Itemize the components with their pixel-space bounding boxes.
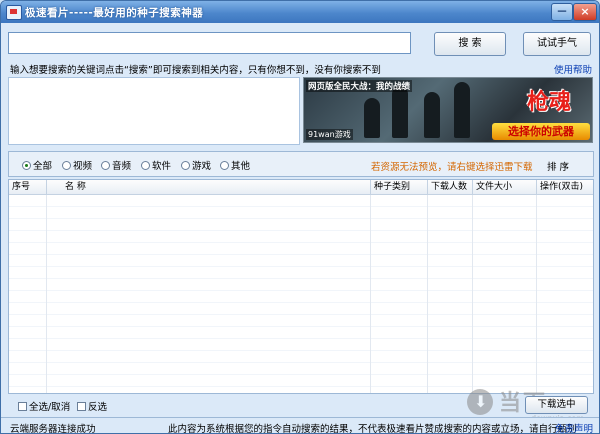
table-header: 序号 名 称 种子类别 下载人数 文件大小 操作(双击): [9, 180, 593, 195]
sort-button[interactable]: 排 序: [547, 159, 569, 173]
radio-icon: [220, 161, 229, 170]
radio-other[interactable]: 其他: [220, 158, 250, 172]
checkbox-icon: [77, 402, 86, 411]
results-table[interactable]: 序号 名 称 种子类别 下载人数 文件大小 操作(双击): [8, 179, 594, 394]
radio-software[interactable]: 软件: [141, 158, 171, 172]
banner-game-title: 枪魂: [526, 89, 571, 115]
banner-logo: 91wan游戏: [306, 129, 353, 140]
status-bar: 云端服务器连接成功 此内容为系统根据您的指令自动搜索的结果，不代表极速看片赞成搜…: [1, 417, 599, 434]
radio-icon: [62, 161, 71, 170]
title-bar[interactable]: 极速看片-----最好用的种子搜索神器 － ×: [1, 1, 599, 23]
radio-selected-icon: [22, 161, 31, 170]
banner-caption: 网页版全民大战：我的战绩: [306, 80, 413, 92]
table-body[interactable]: [9, 195, 593, 393]
app-icon: [6, 5, 22, 20]
radio-audio[interactable]: 音频: [101, 158, 131, 172]
column-size[interactable]: 文件大小: [473, 180, 537, 194]
banner-figure: [454, 82, 470, 138]
radio-icon: [181, 161, 190, 170]
banner-figure: [392, 86, 408, 138]
download-selected-button[interactable]: 下载选中: [525, 396, 588, 414]
help-link[interactable]: 使用帮助: [554, 62, 592, 76]
invert-selection-checkbox[interactable]: 反选: [77, 399, 107, 413]
lucky-button[interactable]: 试试手气: [523, 32, 591, 56]
banner-figure: [424, 92, 440, 138]
connection-status: 云端服务器连接成功: [10, 424, 96, 434]
checkbox-icon: [18, 402, 27, 411]
radio-all[interactable]: 全部: [22, 158, 52, 172]
disclaimer-text: 此内容为系统根据您的指令自动搜索的结果，不代表极速看片赞成搜索的内容或立场，请自…: [168, 424, 577, 434]
close-button[interactable]: ×: [573, 3, 597, 21]
banner-slogan: 选择你的武器: [492, 123, 590, 140]
column-divider: [427, 195, 428, 393]
radio-icon: [101, 161, 110, 170]
disclaimer-link[interactable]: 免责声明: [555, 421, 593, 433]
search-hint: 输入想要搜索的关键词点击“搜索”即可搜索到相关内容，只有你想不到，没有你搜索不到: [10, 65, 381, 76]
main-window: 极速看片-----最好用的种子搜索神器 － × 搜 索 试试手气 输入想要搜索的…: [0, 0, 600, 434]
column-downloads[interactable]: 下载人数: [428, 180, 473, 194]
column-divider: [370, 195, 371, 393]
search-button[interactable]: 搜 索: [434, 32, 506, 56]
column-action[interactable]: 操作(双击): [537, 180, 593, 194]
column-type[interactable]: 种子类别: [371, 180, 428, 194]
preview-tip: 若资源无法预览，请右键选择迅雷下载: [371, 162, 533, 173]
radio-game[interactable]: 游戏: [181, 158, 211, 172]
column-divider: [46, 195, 47, 393]
column-divider: [536, 195, 537, 393]
radio-video[interactable]: 视频: [62, 158, 92, 172]
radio-icon: [141, 161, 150, 170]
search-input[interactable]: [8, 32, 411, 54]
column-divider: [472, 195, 473, 393]
window-title: 极速看片-----最好用的种子搜索神器: [25, 7, 204, 19]
select-all-checkbox[interactable]: 全选/取消: [18, 399, 70, 413]
ad-banner[interactable]: 网页版全民大战：我的战绩 枪魂 选择你的武器 91wan游戏: [303, 77, 593, 143]
column-index[interactable]: 序号: [9, 180, 47, 194]
banner-figure: [364, 98, 380, 138]
suggestion-panel: [8, 77, 300, 145]
column-name[interactable]: 名 称: [47, 180, 371, 194]
minimize-button[interactable]: －: [551, 3, 573, 21]
